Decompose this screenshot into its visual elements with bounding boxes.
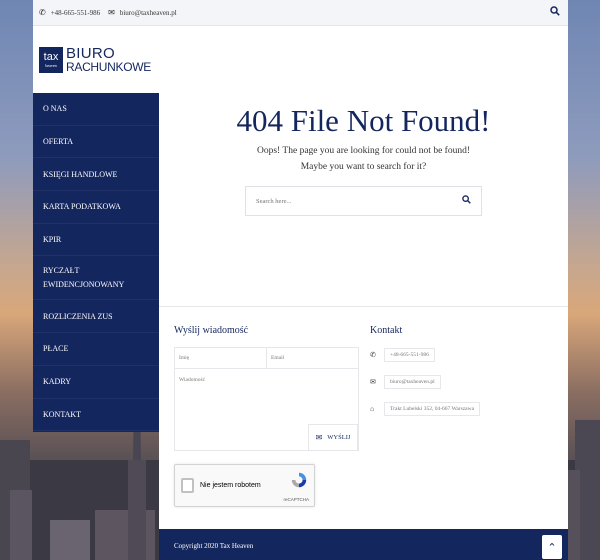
- topbar-phone[interactable]: ✆ +48-665-551-986: [39, 8, 100, 17]
- contact-email[interactable]: ✉ biuro@taxheaven.pl: [370, 374, 441, 390]
- logo-box-top: tax: [43, 50, 59, 63]
- name-field[interactable]: Imię: [175, 348, 266, 368]
- sidebar: tax heaven BIURO RACHUNKOWE O NAS OFERTA…: [33, 26, 159, 432]
- chevron-up-icon: ⌃: [547, 541, 557, 554]
- search-form: [245, 186, 482, 216]
- logo-text: BIURO RACHUNKOWE: [66, 44, 152, 74]
- nav-item-ksiegi-handlowe[interactable]: KSIĘGI HANDLOWE: [33, 158, 159, 192]
- logo-line1: BIURO: [66, 44, 116, 62]
- nav-item-ryczalt[interactable]: RYCZAŁT EWIDENCJONOWANY: [33, 256, 159, 301]
- nav-item-kontakt[interactable]: KONTAKT: [33, 399, 159, 432]
- nav-item-rozliczenia-zus[interactable]: ROZLICZENIA ZUS: [33, 300, 159, 334]
- recaptcha-brand: reCAPTCHA: [283, 497, 309, 502]
- send-button[interactable]: ✉ WYŚLIJ: [308, 424, 358, 451]
- recaptcha-widget: Nie jestem robotem reCAPTCHA: [174, 464, 315, 507]
- mail-icon: ✉: [370, 378, 376, 386]
- mail-icon: ✉: [315, 433, 323, 442]
- contact-email-text: biuro@taxheaven.pl: [384, 375, 441, 389]
- nav-item-kadry[interactable]: KADRY: [33, 366, 159, 399]
- email-field[interactable]: Email: [266, 348, 358, 368]
- main-content: 404 File Not Found! Oops! The page you a…: [159, 26, 568, 306]
- contact-address-text: Trakt Lubelski 352, 04-667 Warszawa: [384, 402, 481, 416]
- recaptcha-logo-icon: [291, 472, 307, 488]
- back-to-top-button[interactable]: ⌃: [542, 535, 562, 559]
- logo-box-bottom: heaven: [45, 62, 57, 68]
- page-title: 404 File Not Found!: [236, 103, 491, 138]
- form-row: Imię Email: [174, 347, 359, 369]
- search-submit-icon[interactable]: [462, 195, 471, 207]
- nav-item-kpir[interactable]: KPIR: [33, 224, 159, 257]
- main-nav: O NAS OFERTA KSIĘGI HANDLOWE KARTA PODAT…: [33, 93, 159, 432]
- topbar-email-text: biuro@taxheaven.pl: [119, 8, 177, 17]
- send-button-label: WYŚLIJ: [327, 434, 351, 441]
- search-icon[interactable]: [550, 6, 560, 19]
- nav-item-oferta[interactable]: OFERTA: [33, 126, 159, 159]
- home-icon: ⌂: [370, 405, 375, 413]
- topbar-email[interactable]: ✉ biuro@taxheaven.pl: [108, 8, 177, 17]
- logo[interactable]: tax heaven BIURO RACHUNKOWE: [33, 26, 159, 93]
- phone-icon: ✆: [39, 8, 46, 17]
- logo-line2: RACHUNKOWE: [66, 59, 152, 74]
- nav-item-place[interactable]: PŁACE: [33, 333, 159, 366]
- top-bar: ✆ +48-665-551-986 ✉ biuro@taxheaven.pl: [33, 0, 568, 26]
- nav-item-o-nas[interactable]: O NAS: [33, 93, 159, 126]
- search-input[interactable]: [256, 197, 436, 205]
- contact-phone[interactable]: ✆ +48-665-551-986: [370, 347, 435, 363]
- contact-title: Kontakt: [370, 325, 403, 336]
- contact-phone-text: +48-665-551-986: [384, 348, 435, 362]
- copyright-bar: Copyright 2020 Tax Heaven: [159, 529, 568, 560]
- mail-icon: ✉: [108, 8, 115, 17]
- logo-mark: tax heaven: [39, 46, 63, 73]
- contact-form-title: Wyślij wiadomość: [174, 325, 249, 336]
- recaptcha-checkbox[interactable]: [181, 478, 194, 493]
- recaptcha-label: Nie jestem robotem: [200, 482, 261, 489]
- not-found-message: Oops! The page you are looking for could…: [257, 146, 470, 172]
- phone-icon: ✆: [370, 351, 376, 359]
- nav-item-karta-podatkowa[interactable]: KARTA PODATKOWA: [33, 191, 159, 224]
- topbar-phone-text: +48-665-551-986: [50, 8, 101, 17]
- footer-widgets: Wyślij wiadomość Imię Email Wiadomość ✉ …: [159, 306, 568, 529]
- contact-address: ⌂ Trakt Lubelski 352, 04-667 Warszawa: [370, 401, 481, 417]
